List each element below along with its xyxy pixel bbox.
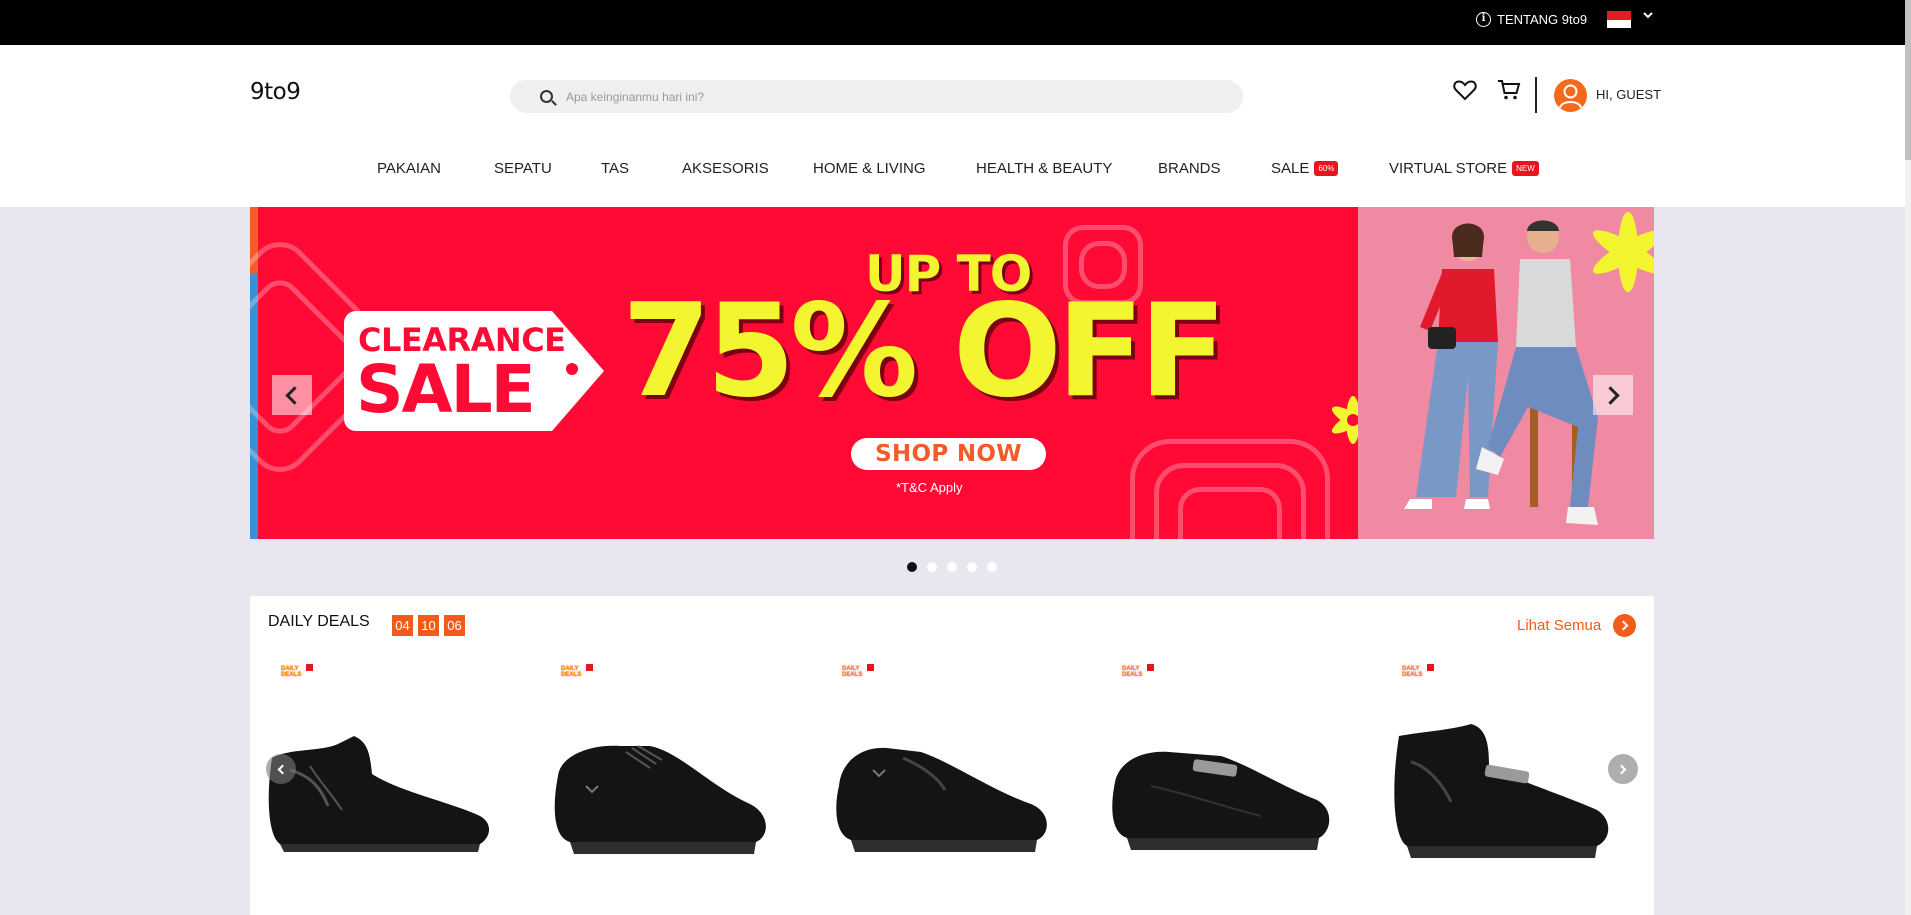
nav-item-pakaian[interactable]: PAKAIAN xyxy=(377,160,441,177)
nav-item-sale[interactable]: SALE 60% xyxy=(1271,160,1339,177)
chevron-left-icon xyxy=(277,764,288,774)
main-nav: PAKAIAN SEPATU TAS AKSESORIS HOME & LIVI… xyxy=(0,160,1905,184)
about-link[interactable]: i TENTANG 9to9 xyxy=(1476,12,1587,27)
info-icon: i xyxy=(1476,12,1491,27)
header-divider xyxy=(1535,77,1537,113)
banner-next-button[interactable] xyxy=(1593,375,1633,415)
product-card[interactable]: DAILY DEALS xyxy=(250,656,500,915)
daily-deals-section: DAILY DEALS 04 10 06 Lihat Semua DAILY D… xyxy=(250,596,1654,915)
deals-prev-button[interactable] xyxy=(266,754,296,784)
deals-next-button[interactable] xyxy=(1608,754,1638,784)
banner-prev-button[interactable] xyxy=(272,375,312,415)
heart-icon[interactable] xyxy=(1453,79,1477,101)
indonesia-flag-icon[interactable] xyxy=(1607,11,1631,28)
terms-text: *T&C Apply xyxy=(896,480,963,495)
nav-item-aksesoris[interactable]: AKSESORIS xyxy=(682,160,769,177)
top-bar: i TENTANG 9to9 xyxy=(0,0,1905,45)
nav-label: HOME & LIVING xyxy=(813,160,926,177)
see-all-link[interactable]: Lihat Semua xyxy=(1517,614,1637,637)
site-logo[interactable]: 9to9 xyxy=(250,79,301,105)
nav-label: HEALTH & BEAUTY xyxy=(976,160,1113,177)
buckle-loafer-image xyxy=(1112,751,1330,850)
daily-deals-badge: DAILY DEALS xyxy=(1122,664,1154,684)
carousel-dot[interactable] xyxy=(927,562,937,572)
timer-seconds: 06 xyxy=(444,615,465,636)
discount-text: 75% OFF xyxy=(622,277,1227,426)
carousel-dots xyxy=(907,562,1007,572)
search-bar[interactable] xyxy=(510,80,1243,113)
nav-item-home-living[interactable]: HOME & LIVING xyxy=(813,160,926,177)
avatar[interactable] xyxy=(1554,79,1587,112)
nav-item-sepatu[interactable]: SEPATU xyxy=(494,160,552,177)
product-card[interactable]: DAILY DEALS xyxy=(530,656,780,915)
daily-deals-badge: DAILY DEALS xyxy=(842,664,874,684)
carousel-dot[interactable] xyxy=(947,562,957,572)
nav-label: SALE xyxy=(1271,160,1310,177)
nav-label: AKSESORIS xyxy=(682,160,769,177)
hero-banner[interactable]: CLEARANCE SALE UP TO 75% OFF SHOP NOW *T… xyxy=(250,207,1654,539)
scrollbar-thumb[interactable] xyxy=(1905,0,1911,160)
product-card[interactable]: DAILY DEALS xyxy=(1371,656,1621,915)
cart-icon[interactable] xyxy=(1497,79,1521,101)
nav-item-health-beauty[interactable]: HEALTH & BEAUTY xyxy=(976,160,1112,177)
about-label: TENTANG 9to9 xyxy=(1497,12,1588,27)
nav-item-tas[interactable]: TAS xyxy=(601,160,629,177)
countdown-timer: 04 10 06 xyxy=(392,615,470,636)
chevron-right-icon xyxy=(1616,764,1627,774)
new-badge: NEW xyxy=(1512,161,1539,176)
arrow-right-icon xyxy=(1613,614,1637,637)
carousel-dot[interactable] xyxy=(987,562,997,572)
nav-label: VIRTUAL STORE xyxy=(1389,160,1508,177)
nav-label: PAKAIAN xyxy=(377,160,441,177)
nav-label: TAS xyxy=(601,160,630,177)
shop-now-button[interactable]: SHOP NOW xyxy=(851,438,1046,470)
daily-deals-badge: DAILY DEALS xyxy=(281,664,313,684)
nav-item-virtual-store[interactable]: VIRTUAL STORE NEW xyxy=(1389,160,1539,177)
buckle-boot-image xyxy=(1394,724,1609,858)
chevron-right-icon xyxy=(1601,385,1620,405)
search-input[interactable] xyxy=(566,89,1166,104)
ankle-boot-image xyxy=(268,736,490,852)
banner-decoration xyxy=(1178,487,1282,539)
chevron-down-icon[interactable] xyxy=(1642,9,1654,24)
search-icon xyxy=(540,90,553,103)
timer-minutes: 10 xyxy=(418,615,439,636)
daily-deals-badge: DAILY DEALS xyxy=(1402,664,1434,684)
models-photo xyxy=(1358,207,1654,539)
product-card[interactable]: DAILY DEALS xyxy=(811,656,1061,915)
nav-item-brands[interactable]: BRANDS xyxy=(1158,160,1221,177)
nav-label: BRANDS xyxy=(1158,160,1221,177)
sale-badge: 60% xyxy=(1314,161,1339,176)
product-card[interactable]: DAILY DEALS xyxy=(1091,656,1341,915)
see-all-label: Lihat Semua xyxy=(1517,617,1602,634)
section-title: DAILY DEALS xyxy=(268,613,370,630)
site-header: 9to9 HI, GUEST PAKAIAN SEPATU TAS AKSESO… xyxy=(0,45,1905,207)
carousel-dot[interactable] xyxy=(967,562,977,572)
carousel-dot[interactable] xyxy=(907,562,917,572)
timer-hours: 04 xyxy=(392,615,413,636)
clearance-sale-tag: CLEARANCE SALE xyxy=(344,311,604,431)
tag-line-2: SALE xyxy=(356,351,536,428)
lace-up-shoe-image xyxy=(554,745,766,854)
user-greeting[interactable]: HI, GUEST xyxy=(1596,87,1661,102)
page-scrollbar[interactable] xyxy=(1905,0,1911,915)
nav-label: SEPATU xyxy=(494,160,552,177)
chevron-left-icon xyxy=(285,385,304,405)
daily-deals-badge: DAILY DEALS xyxy=(561,664,593,684)
slip-on-shoe-image xyxy=(836,747,1047,852)
